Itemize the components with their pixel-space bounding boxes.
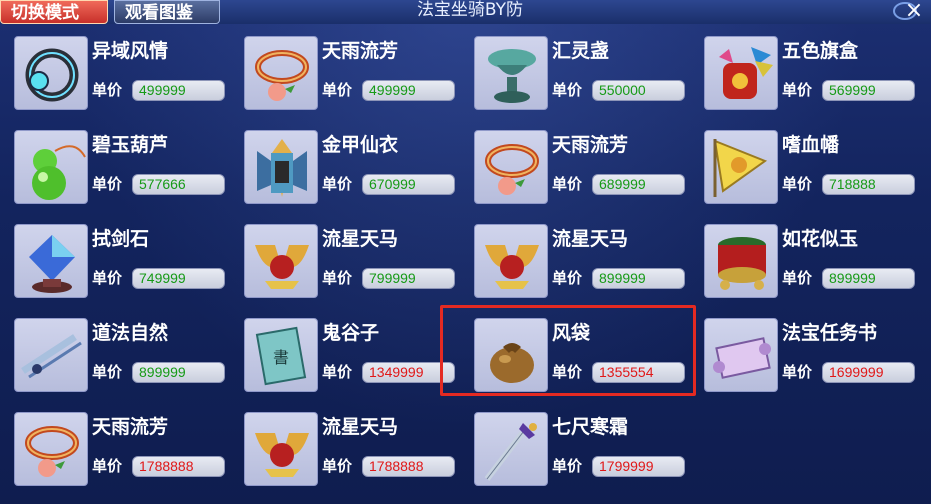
price-label: 单价 bbox=[322, 363, 353, 381]
cup-icon[interactable] bbox=[474, 36, 548, 110]
price-value: 799999 bbox=[362, 268, 455, 289]
price-label: 单价 bbox=[322, 269, 353, 287]
drum-icon[interactable] bbox=[704, 224, 778, 298]
view-catalog-tab[interactable]: 观看图鉴 bbox=[114, 0, 220, 24]
ring-icon[interactable] bbox=[14, 36, 88, 110]
item-name: 金甲仙衣 bbox=[322, 134, 399, 156]
item-name: 五色旗盒 bbox=[782, 40, 859, 62]
shop-item[interactable]: 道法自然单价 899999 bbox=[12, 318, 232, 402]
price-label: 单价 bbox=[782, 363, 813, 381]
price-value: 1799999 bbox=[592, 456, 685, 477]
item-name: 流星天马 bbox=[322, 228, 399, 250]
shop-item[interactable]: 汇灵盏单价 550000 bbox=[472, 36, 692, 120]
item-grid: 异域风情 单价 499999 天雨流芳 单价 499999 汇灵盏 单价 550000 五色旗盒单… bbox=[12, 36, 922, 496]
flag-box-icon[interactable] bbox=[704, 36, 778, 110]
price-label: 单价 bbox=[92, 457, 123, 475]
item-name: 拭剑石 bbox=[92, 228, 150, 250]
item-name: 流星天马 bbox=[322, 416, 399, 438]
shop-item[interactable]: 七尺寒霜单价 1799999 bbox=[472, 412, 692, 496]
shop-item[interactable]: 流星天马单价 899999 bbox=[472, 224, 692, 308]
bracelet-icon[interactable] bbox=[474, 130, 548, 204]
price-label: 单价 bbox=[782, 269, 813, 287]
item-name: 天雨流芳 bbox=[322, 40, 399, 62]
dagger-icon[interactable] bbox=[474, 412, 548, 486]
price-value: 689999 bbox=[592, 174, 685, 195]
window-title: 法宝坐骑BY防 bbox=[416, 0, 524, 20]
shop-item[interactable]: 异域风情单价 499999 bbox=[12, 36, 232, 120]
winged-horse-icon[interactable] bbox=[244, 412, 318, 486]
price-label: 单价 bbox=[322, 175, 353, 193]
price-value: 749999 bbox=[132, 268, 225, 289]
shop-item[interactable]: 流星天马单价 799999 bbox=[242, 224, 462, 308]
item-name: 如花似玉 bbox=[782, 228, 859, 250]
price-value: 899999 bbox=[132, 362, 225, 383]
price-value: 577666 bbox=[132, 174, 225, 195]
item-name: 异域风情 bbox=[92, 40, 169, 62]
scroll-sword-icon[interactable] bbox=[14, 318, 88, 392]
item-name: 天雨流芳 bbox=[92, 416, 169, 438]
price-value: 670999 bbox=[362, 174, 455, 195]
switch-mode-tab[interactable]: 切换模式 bbox=[0, 0, 108, 24]
shop-item[interactable]: 如花似玉单价 899999 bbox=[702, 224, 922, 308]
price-value: 1788888 bbox=[132, 456, 225, 477]
price-value: 499999 bbox=[132, 80, 225, 101]
banner-icon[interactable] bbox=[704, 130, 778, 204]
item-name: 法宝任务书 bbox=[782, 322, 878, 344]
price-value: 899999 bbox=[592, 268, 685, 289]
item-name: 流星天马 bbox=[552, 228, 629, 250]
bracelet-icon[interactable] bbox=[14, 412, 88, 486]
gem-icon[interactable] bbox=[14, 224, 88, 298]
shop-item[interactable]: 金甲仙衣单价 670999 bbox=[242, 130, 462, 214]
price-label: 单价 bbox=[92, 175, 123, 193]
price-value: 899999 bbox=[822, 268, 915, 289]
shop-item[interactable]: 五色旗盒单价 569999 bbox=[702, 36, 922, 120]
price-label: 单价 bbox=[92, 269, 123, 287]
title-bar: 切换模式 观看图鉴 法宝坐骑BY防 × bbox=[0, 0, 931, 24]
shop-item[interactable]: 天雨流芳单价 689999 bbox=[472, 130, 692, 214]
treasure-shop-window: 切换模式 观看图鉴 法宝坐骑BY防 × 异域风情 单价 499999 天雨流芳 单价 49… bbox=[0, 0, 931, 504]
price-label: 单价 bbox=[322, 457, 353, 475]
price-label: 单价 bbox=[552, 269, 583, 287]
gourd-icon[interactable] bbox=[14, 130, 88, 204]
scroll-icon[interactable] bbox=[704, 318, 778, 392]
item-name: 天雨流芳 bbox=[552, 134, 629, 156]
item-name: 道法自然 bbox=[92, 322, 169, 344]
item-name: 七尺寒霜 bbox=[552, 416, 629, 438]
price-value: 569999 bbox=[822, 80, 915, 101]
shop-item[interactable]: 法宝任务书单价 1699999 bbox=[702, 318, 922, 402]
price-label: 单价 bbox=[552, 175, 583, 193]
shop-item[interactable]: 嗜血幡单价 718888 bbox=[702, 130, 922, 214]
svg-text:書: 書 bbox=[273, 348, 289, 367]
shop-item[interactable]: 天雨流芳单价 1788888 bbox=[12, 412, 232, 496]
item-name: 鬼谷子 bbox=[322, 322, 380, 344]
winged-horse-icon[interactable] bbox=[244, 224, 318, 298]
price-label: 单价 bbox=[92, 81, 123, 99]
price-value: 550000 bbox=[592, 80, 685, 101]
selection-highlight bbox=[440, 305, 696, 396]
armor-icon[interactable] bbox=[244, 130, 318, 204]
shop-item[interactable]: 碧玉葫芦单价 577666 bbox=[12, 130, 232, 214]
item-name: 汇灵盏 bbox=[552, 40, 610, 62]
shop-item[interactable]: 拭剑石单价 749999 bbox=[12, 224, 232, 308]
price-value: 1699999 bbox=[822, 362, 915, 383]
shop-item[interactable]: 書鬼谷子 单价 1349999 bbox=[242, 318, 462, 402]
price-label: 单价 bbox=[322, 81, 353, 99]
price-label: 单价 bbox=[552, 81, 583, 99]
price-value: 718888 bbox=[822, 174, 915, 195]
book-icon[interactable]: 書 bbox=[244, 318, 318, 392]
price-label: 单价 bbox=[782, 175, 813, 193]
shop-item[interactable]: 天雨流芳单价 499999 bbox=[242, 36, 462, 120]
close-icon[interactable]: × bbox=[901, 0, 927, 24]
winged-horse-icon[interactable] bbox=[474, 224, 548, 298]
price-label: 单价 bbox=[92, 363, 123, 381]
price-label: 单价 bbox=[782, 81, 813, 99]
price-value: 499999 bbox=[362, 80, 455, 101]
item-name: 碧玉葫芦 bbox=[92, 134, 169, 156]
shop-item[interactable]: 流星天马单价 1788888 bbox=[242, 412, 462, 496]
price-label: 单价 bbox=[552, 457, 583, 475]
bracelet-icon[interactable] bbox=[244, 36, 318, 110]
price-value: 1788888 bbox=[362, 456, 455, 477]
item-name: 嗜血幡 bbox=[782, 134, 840, 156]
